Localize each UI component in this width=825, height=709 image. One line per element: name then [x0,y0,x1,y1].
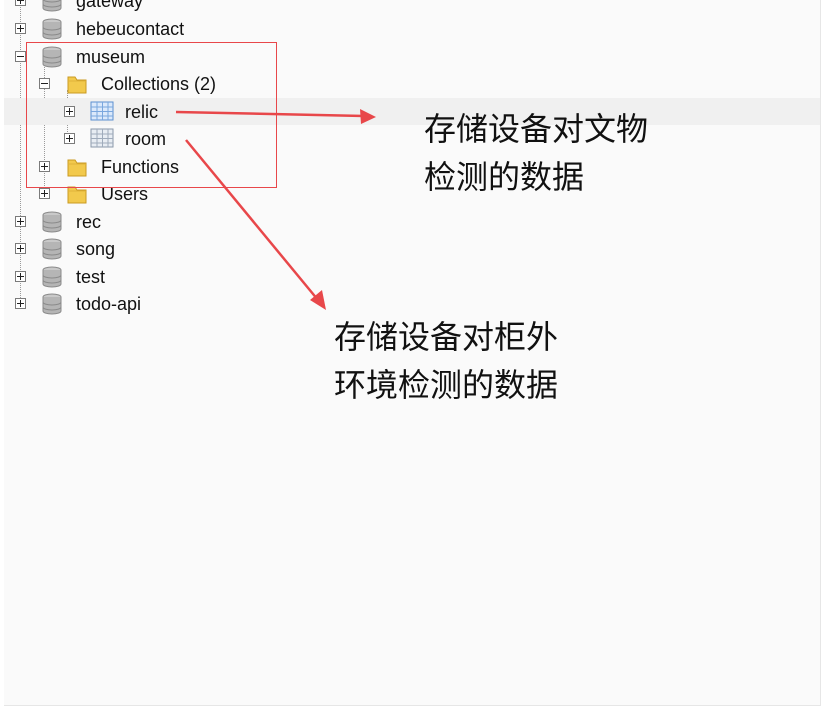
object-explorer-panel: gateway hebeucontact museum Collections … [4,0,821,706]
relic-annotation-text: 存储设备对文物 检测的数据 [424,110,649,196]
arrow-to-room-note [185,139,326,310]
arrow-to-relic-note [175,109,376,124]
room-annotation-text: 存储设备对柜外 环境检测的数据 [334,318,559,404]
